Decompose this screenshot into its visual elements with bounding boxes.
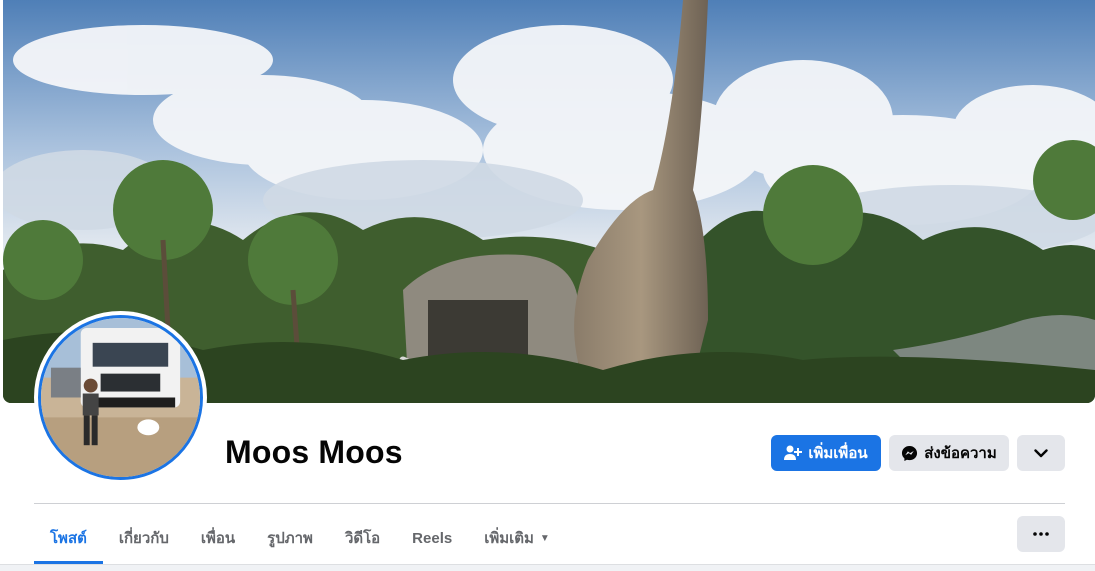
- tab-label: รูปภาพ: [267, 530, 313, 547]
- profile-avatar[interactable]: [34, 311, 207, 484]
- profile-tabs: โพสต์ เกี่ยวกับ เพื่อน รูปภาพ วิดีโอ Ree…: [34, 512, 566, 564]
- tab-more[interactable]: เพิ่มเติม ▼: [468, 512, 566, 564]
- tab-videos[interactable]: วิดีโอ: [329, 512, 396, 564]
- add-friend-button[interactable]: เพิ่มเพื่อน: [771, 435, 881, 471]
- message-button[interactable]: ส่งข้อความ: [889, 435, 1009, 471]
- page-content-background: [0, 564, 1095, 571]
- tab-friends[interactable]: เพื่อน: [185, 512, 251, 564]
- profile-name: Moos Moos: [225, 434, 403, 470]
- tab-label: โพสต์: [50, 530, 87, 547]
- header-divider: [34, 503, 1065, 504]
- avatar-image: [41, 318, 200, 477]
- tab-label: เกี่ยวกับ: [118, 530, 169, 547]
- tab-photos[interactable]: รูปภาพ: [251, 512, 329, 564]
- add-friend-label: เพิ่มเพื่อน: [808, 445, 868, 462]
- person-plus-icon: [784, 445, 803, 461]
- profile-page: Moos Moos เพิ่มเพื่อน ส่งข้อความ โพสต์ เ…: [0, 0, 1095, 571]
- more-options-button[interactable]: [1017, 516, 1065, 552]
- message-label: ส่งข้อความ: [924, 445, 997, 462]
- tab-label: เพิ่มเติม: [484, 530, 534, 547]
- tab-posts[interactable]: โพสต์: [34, 512, 103, 564]
- more-horizontal-icon: [1033, 532, 1049, 536]
- tab-about[interactable]: เกี่ยวกับ: [103, 512, 185, 564]
- tab-label: Reels: [412, 529, 453, 547]
- tab-label: วิดีโอ: [344, 530, 381, 547]
- tab-reels[interactable]: Reels: [396, 512, 468, 564]
- chevron-down-icon: [1034, 448, 1048, 458]
- avatar-image-frame: [38, 315, 203, 480]
- messenger-icon: [901, 445, 918, 462]
- caret-down-icon: ▼: [539, 532, 550, 544]
- profile-options-dropdown-button[interactable]: [1017, 435, 1065, 471]
- tab-label: เพื่อน: [200, 530, 236, 547]
